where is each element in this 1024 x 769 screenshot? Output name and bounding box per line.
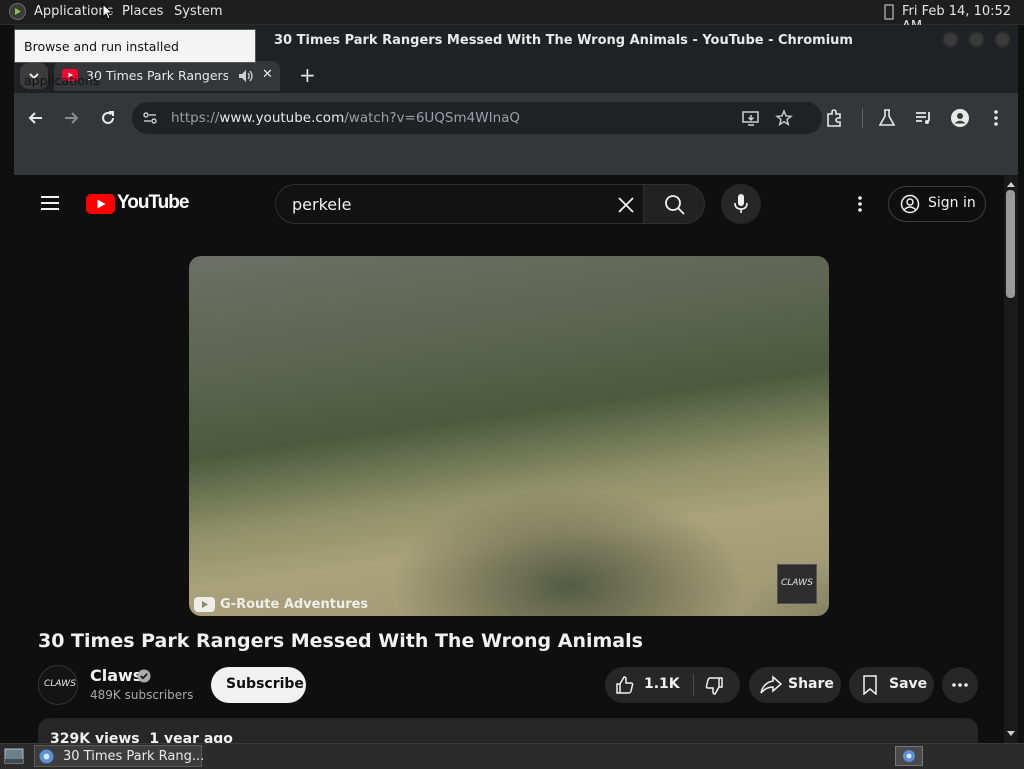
settings-more-icon[interactable] — [850, 194, 870, 214]
menu-places[interactable]: Places — [122, 4, 163, 19]
network-icon[interactable] — [884, 4, 894, 20]
clear-search-icon[interactable] — [616, 195, 636, 215]
tab-close-button[interactable]: ✕ — [262, 67, 273, 82]
tab-title: 30 Times Park Rangers M — [86, 68, 228, 83]
chromium-icon — [39, 749, 54, 764]
save-label: Save — [889, 676, 928, 692]
toolbar-divider — [862, 108, 863, 128]
channel-name[interactable]: Claws — [90, 666, 142, 685]
bookmark-star-icon[interactable] — [775, 109, 793, 127]
share-button[interactable]: Share — [749, 667, 841, 703]
speaker-icon[interactable] — [238, 69, 254, 83]
like-dislike-group: 1.1K — [605, 667, 740, 703]
dislike-button[interactable] — [694, 667, 740, 703]
labs-flask-icon[interactable] — [877, 108, 897, 128]
save-button[interactable]: Save — [849, 667, 934, 703]
voice-search-button[interactable] — [721, 184, 761, 224]
sign-in-label: Sign in — [928, 195, 976, 211]
maximize-button[interactable] — [968, 31, 985, 48]
scroll-down-icon[interactable] — [1006, 730, 1016, 738]
more-horizontal-icon — [952, 683, 968, 687]
menu-system[interactable]: System — [174, 4, 222, 19]
extensions-icon[interactable] — [824, 108, 844, 128]
search-button[interactable] — [643, 184, 705, 224]
scroll-up-icon[interactable] — [1006, 180, 1016, 188]
share-arrow-icon — [760, 675, 782, 694]
watermark-youtube-icon — [194, 597, 215, 612]
subscriber-count: 489K subscribers — [90, 688, 194, 702]
scrollbar-thumb[interactable] — [1006, 190, 1015, 298]
site-info-icon[interactable] — [142, 110, 158, 126]
taskbar-window-label: 30 Times Park Rang... — [63, 749, 205, 764]
system-top-panel: Applications Places System Fri Feb 14, 1… — [0, 0, 1024, 34]
applications-menu-icon[interactable] — [9, 3, 26, 20]
video-player[interactable]: G-Route Adventures CLAWS — [189, 256, 829, 616]
channel-watermark-logo[interactable]: CLAWS — [777, 564, 817, 604]
microphone-icon — [734, 194, 748, 213]
bookmark-icon — [863, 675, 877, 695]
youtube-logo-icon — [86, 194, 115, 214]
search-icon — [665, 195, 685, 215]
share-label: Share — [788, 676, 834, 692]
channel-avatar[interactable]: CLAWS — [38, 665, 78, 705]
url-domain: www.youtube.com — [219, 110, 345, 126]
reload-icon[interactable] — [98, 108, 118, 128]
channel-avatar-text: CLAWS — [44, 679, 76, 689]
bottom-taskbar: 30 Times Park Rang... — [0, 743, 1024, 769]
workspace-switcher[interactable] — [895, 746, 923, 766]
youtube-logo-text: YouTube — [117, 192, 189, 213]
show-desktop-icon[interactable] — [4, 748, 24, 764]
url-text[interactable]: https://www.youtube.com/watch?v=6UQSm4WI… — [171, 110, 520, 126]
install-app-icon[interactable] — [742, 109, 760, 127]
workspace-chromium-icon — [903, 750, 915, 762]
search-query[interactable]: perkele — [292, 195, 351, 214]
browser-menu-icon[interactable] — [986, 108, 1006, 128]
url-path: /watch?v=6UQSm4WInaQ — [344, 110, 521, 126]
video-title: 30 Times Park Rangers Messed With The Wr… — [38, 630, 643, 652]
watermark-text: G-Route Adventures — [220, 597, 369, 612]
thumbs-up-icon — [616, 676, 634, 694]
more-actions-button[interactable] — [942, 667, 978, 703]
like-button[interactable]: 1.1K — [605, 667, 693, 703]
mouse-cursor-icon — [102, 3, 114, 20]
back-arrow-icon[interactable] — [26, 108, 46, 128]
new-tab-button[interactable]: + — [299, 63, 316, 87]
taskbar-window-button[interactable]: 30 Times Park Rang... — [34, 745, 205, 767]
like-count: 1.1K — [644, 676, 680, 692]
url-prefix: https:// — [171, 110, 220, 126]
channel-watermark-text: CLAWS — [781, 578, 813, 588]
profile-icon[interactable] — [950, 108, 970, 128]
search-input[interactable]: perkele — [275, 184, 643, 224]
applications-tooltip: Browse and run installed applications — [14, 29, 256, 88]
account-circle-icon — [900, 194, 920, 214]
media-controls-icon[interactable] — [914, 108, 934, 128]
window-title: 30 Times Park Rangers Messed With The Wr… — [274, 33, 853, 48]
verified-badge-icon — [137, 669, 151, 683]
thumbs-down-icon — [705, 677, 723, 695]
sign-in-button[interactable]: Sign in — [888, 186, 986, 222]
address-bar[interactable]: https://www.youtube.com/watch?v=6UQSm4WI… — [132, 102, 822, 134]
subscribe-label: Subscribe — [226, 676, 304, 692]
minimize-button[interactable] — [942, 31, 959, 48]
subscribe-button[interactable]: Subscribe — [211, 667, 306, 703]
hamburger-menu-icon[interactable] — [38, 193, 62, 213]
close-window-button[interactable] — [994, 31, 1011, 48]
forward-arrow-icon[interactable] — [61, 108, 81, 128]
